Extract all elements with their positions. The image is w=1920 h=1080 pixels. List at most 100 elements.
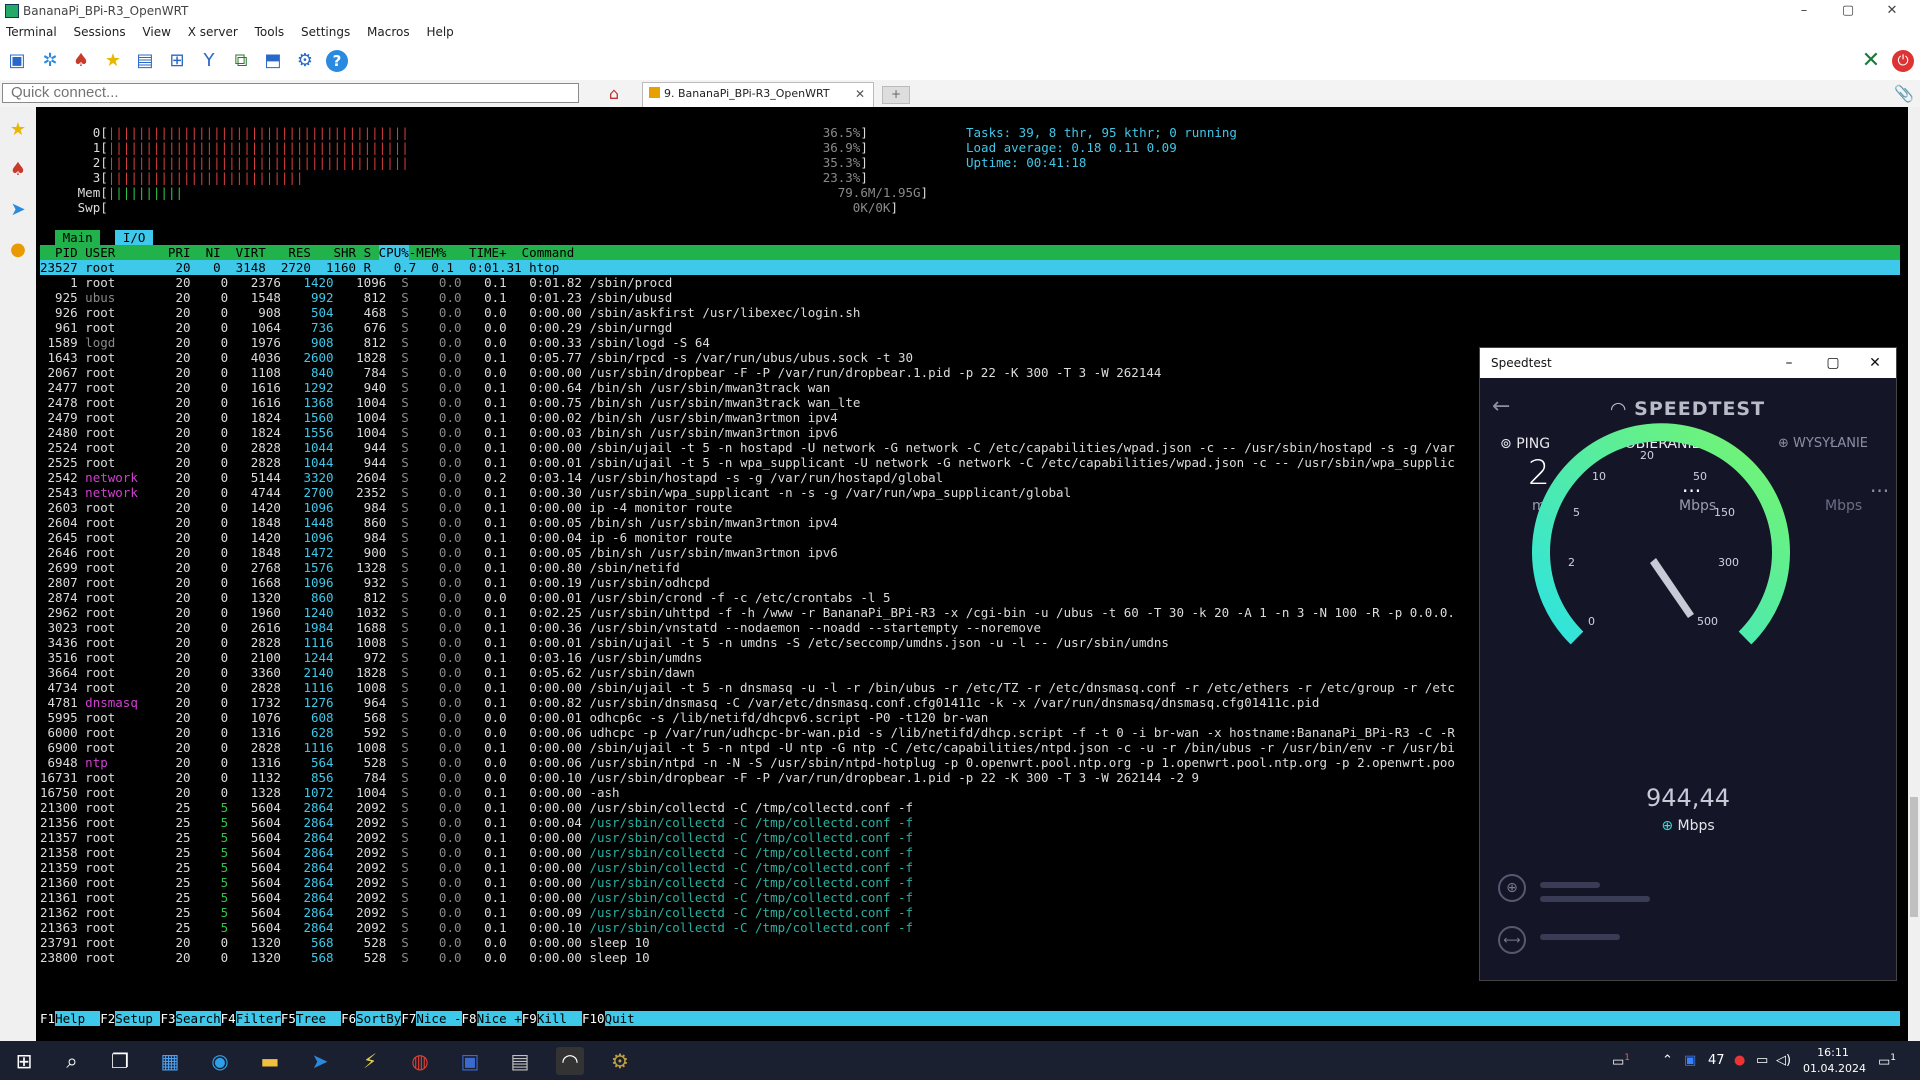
attachment-icon[interactable]: 📎 xyxy=(1894,84,1914,103)
process-row[interactable]: 23791 root 20 0 1320 568 528 S 0.0 0.0 0… xyxy=(40,935,650,950)
session-tab[interactable]: 9. BananaPi_BPi-R3_OpenWRT ✕ xyxy=(642,82,874,107)
fkey-f8[interactable]: F8 xyxy=(461,1011,477,1026)
process-row[interactable]: 2542 network 20 0 5144 3320 2604 S 0.0 0… xyxy=(40,470,944,485)
show-hidden-icon[interactable]: ⌃ xyxy=(1662,1053,1673,1068)
process-row[interactable]: 2477 root 20 0 1616 1292 940 S 0.0 0.1 0… xyxy=(40,380,831,395)
app-icon-1[interactable]: ➤ xyxy=(306,1047,334,1075)
sidebar-tools-icon[interactable]: ♠ xyxy=(7,159,29,181)
packages-icon[interactable]: ⬒ xyxy=(262,50,284,72)
process-table-header[interactable]: PID USER PRI NI VIRT RES SHR S CPU%-MEM%… xyxy=(40,245,1900,260)
process-row[interactable]: 16731 root 20 0 1132 856 784 S 0.0 0.0 0… xyxy=(40,770,1199,785)
process-row[interactable]: 2604 root 20 0 1848 1448 860 S 0.0 0.1 0… xyxy=(40,515,838,530)
home-tab-icon[interactable]: ⌂ xyxy=(596,83,632,105)
fkey-f9[interactable]: F9 xyxy=(521,1011,537,1026)
fkey-f4[interactable]: F4 xyxy=(220,1011,236,1026)
star-icon[interactable]: ★ xyxy=(102,50,124,72)
tab-io[interactable]: I/O xyxy=(115,230,153,245)
process-row[interactable]: 3023 root 20 0 2616 1984 1688 S 0.0 0.1 … xyxy=(40,620,1042,635)
process-row[interactable]: 2645 root 20 0 1420 1096 984 S 0.0 0.1 0… xyxy=(40,530,733,545)
edge-icon[interactable]: ◉ xyxy=(206,1047,234,1075)
notifications-icon[interactable]: ▭1 xyxy=(1878,1053,1896,1069)
close-button[interactable]: ✕ xyxy=(1870,0,1914,22)
process-row[interactable]: 2646 root 20 0 1848 1472 900 S 0.0 0.1 0… xyxy=(40,545,838,560)
app-icon-2[interactable]: ⚡ xyxy=(356,1047,384,1075)
terminal-scrollbar[interactable] xyxy=(1908,107,1920,1041)
tray-app-icon[interactable]: ▣ xyxy=(1684,1053,1696,1068)
tray-alert-icon[interactable]: ● xyxy=(1734,1053,1745,1068)
explorer-icon[interactable]: ▬ xyxy=(256,1047,284,1075)
process-row[interactable]: 6900 root 20 0 2828 1116 1008 S 0.0 0.1 … xyxy=(40,740,1455,755)
fkey-label[interactable]: Filter xyxy=(236,1011,281,1026)
menu-xserver[interactable]: X server xyxy=(182,22,245,39)
connections-icon[interactable]: ⟷ xyxy=(1498,926,1526,954)
fkey-label[interactable]: Kill xyxy=(537,1011,582,1026)
fkey-label[interactable]: Nice - xyxy=(416,1011,461,1026)
menu-tools[interactable]: Tools xyxy=(249,22,292,39)
process-row[interactable]: 926 root 20 0 908 504 468 S 0.0 0.0 0:00… xyxy=(40,305,860,320)
fkey-f2[interactable]: F2 xyxy=(100,1011,116,1026)
globe-icon[interactable]: ⊕ xyxy=(1498,874,1526,902)
process-row[interactable]: 961 root 20 0 1064 736 676 S 0.0 0.0 0:0… xyxy=(40,320,672,335)
fkey-f5[interactable]: F5 xyxy=(280,1011,296,1026)
menu-view[interactable]: View xyxy=(136,22,177,39)
fkey-label[interactable]: Search xyxy=(176,1011,221,1026)
process-row[interactable]: 2543 network 20 0 4744 2700 2352 S 0.0 0… xyxy=(40,485,1072,500)
session-tab-close-icon[interactable]: ✕ xyxy=(855,83,865,105)
sidebar-sftp-icon[interactable]: ● xyxy=(7,239,29,261)
chrome-icon[interactable]: ◍ xyxy=(406,1047,434,1075)
servers-icon[interactable]: ✲ xyxy=(39,50,61,72)
process-row[interactable]: 2874 root 20 0 1320 860 812 S 0.0 0.0 0:… xyxy=(40,590,891,605)
process-row[interactable]: 21357 root 25 5 5604 2864 2092 S 0.0 0.1… xyxy=(40,830,913,845)
split-icon[interactable]: ⊞ xyxy=(166,50,188,72)
process-row[interactable]: 21362 root 25 5 5604 2864 2092 S 0.0 0.1… xyxy=(40,905,913,920)
fkey-label[interactable]: Tree xyxy=(296,1011,341,1026)
store-icon[interactable]: ▦ xyxy=(156,1047,184,1075)
process-row[interactable]: 21363 root 25 5 5604 2864 2092 S 0.0 0.1… xyxy=(40,920,913,935)
app-icon-3[interactable]: ⚙ xyxy=(606,1047,634,1075)
network-tray-icon[interactable]: ▭1 xyxy=(1612,1053,1630,1069)
process-row[interactable]: 4781 dnsmasq 20 0 1732 1276 964 S 0.0 0.… xyxy=(40,695,1320,710)
menu-settings[interactable]: Settings xyxy=(295,22,357,39)
process-row[interactable]: 6948 ntp 20 0 1316 564 528 S 0.0 0.0 0:0… xyxy=(40,755,1455,770)
fkey-f7[interactable]: F7 xyxy=(401,1011,417,1026)
xserver-icon[interactable]: ▤ xyxy=(134,50,156,72)
fkey-f1[interactable]: F1 xyxy=(40,1011,56,1026)
help-icon[interactable]: ? xyxy=(326,50,348,72)
settings-icon[interactable]: ⚙ xyxy=(294,50,316,72)
process-row[interactable]: 21359 root 25 5 5604 2864 2092 S 0.0 0.1… xyxy=(40,860,913,875)
search-icon[interactable]: ⌕ xyxy=(58,1047,86,1075)
process-row[interactable]: 6000 root 20 0 1316 628 592 S 0.0 0.0 0:… xyxy=(40,725,1455,740)
x-server-icon[interactable]: ✕ xyxy=(1860,50,1882,72)
process-row[interactable]: 21358 root 25 5 5604 2864 2092 S 0.0 0.1… xyxy=(40,845,913,860)
sidebar-star-icon[interactable]: ★ xyxy=(7,119,29,141)
fkey-label[interactable]: Help xyxy=(55,1011,100,1026)
fkey-f10[interactable]: F10 xyxy=(581,1011,605,1026)
selected-process-row[interactable]: 23527 root 20 0 3148 2720 1160 R 0.7 0.1… xyxy=(40,260,1900,275)
menu-macros[interactable]: Macros xyxy=(361,22,417,39)
process-row[interactable]: 5995 root 20 0 1076 608 568 S 0.0 0.0 0:… xyxy=(40,710,989,725)
process-row[interactable]: 21361 root 25 5 5604 2864 2092 S 0.0 0.1… xyxy=(40,890,913,905)
start-icon[interactable]: ⊞ xyxy=(10,1047,38,1075)
new-tab-button[interactable]: + xyxy=(882,86,910,104)
fkey-label[interactable]: Quit xyxy=(605,1011,650,1026)
save-app-icon[interactable]: ▣ xyxy=(456,1047,484,1075)
process-row[interactable]: 21300 root 25 5 5604 2864 2092 S 0.0 0.1… xyxy=(40,800,913,815)
process-row[interactable]: 3516 root 20 0 2100 1244 972 S 0.0 0.1 0… xyxy=(40,650,703,665)
process-row[interactable]: 4734 root 20 0 2828 1116 1008 S 0.0 0.1 … xyxy=(40,680,1455,695)
volume-icon[interactable]: ◁) xyxy=(1776,1053,1791,1068)
process-row[interactable]: 23800 root 20 0 1320 568 528 S 0.0 0.0 0… xyxy=(40,950,650,965)
maximize-button[interactable]: ▢ xyxy=(1826,0,1870,22)
process-row[interactable]: 2480 root 20 0 1824 1556 1004 S 0.0 0.1 … xyxy=(40,425,838,440)
process-row[interactable]: 21356 root 25 5 5604 2864 2092 S 0.0 0.1… xyxy=(40,815,913,830)
multiexec-icon[interactable]: Y xyxy=(198,50,220,72)
process-row[interactable]: 2525 root 20 0 2828 1044 944 S 0.0 0.1 0… xyxy=(40,455,1455,470)
task-view-icon[interactable]: ❐ xyxy=(106,1047,134,1075)
process-row[interactable]: 925 ubus 20 0 1548 992 812 S 0.0 0.1 0:0… xyxy=(40,290,672,305)
fkey-f3[interactable]: F3 xyxy=(160,1011,176,1026)
session-icon[interactable]: ▣ xyxy=(6,50,28,72)
process-row[interactable]: 2699 root 20 0 2768 1576 1328 S 0.0 0.1 … xyxy=(40,560,680,575)
process-row[interactable]: 2524 root 20 0 2828 1044 944 S 0.0 0.1 0… xyxy=(40,440,1455,455)
clock[interactable]: 16:11 01.04.2024 xyxy=(1803,1045,1866,1077)
fkey-label[interactable]: Nice + xyxy=(477,1011,522,1026)
minimize-button[interactable]: – xyxy=(1782,0,1826,22)
